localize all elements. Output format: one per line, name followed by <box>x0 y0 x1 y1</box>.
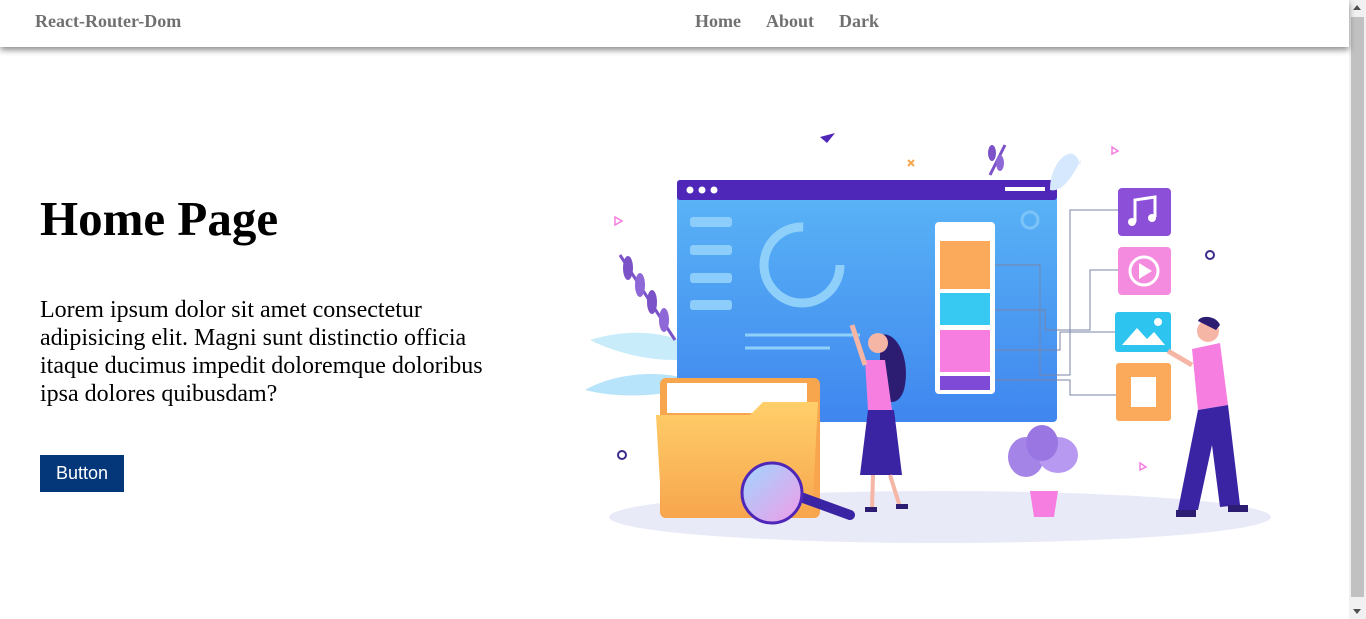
nav-link-dark[interactable]: Dark <box>839 11 879 32</box>
scroll-thumb[interactable] <box>1351 17 1364 597</box>
app-icons <box>1115 188 1171 421</box>
nav-links: Home About Dark <box>695 11 904 32</box>
nav-link-about[interactable]: About <box>766 11 814 32</box>
page-title: Home Page <box>40 191 279 246</box>
vertical-scrollbar[interactable] <box>1349 0 1366 619</box>
music-icon <box>1118 188 1171 236</box>
hero-illustration <box>585 133 1271 543</box>
image-icon <box>1115 312 1171 352</box>
brand-logo[interactable]: React-Router-Dom <box>35 11 181 32</box>
hero-description: Lorem ipsum dolor sit amet consectetur a… <box>40 297 483 407</box>
top-navbar: React-Router-Dom Home About Dark <box>0 0 1349 47</box>
hero-text: Home Page Lorem ipsum dolor sit amet con… <box>40 190 520 408</box>
man-figure <box>1166 316 1248 517</box>
hero-button[interactable]: Button <box>40 455 124 492</box>
scroll-down-arrow-icon[interactable] <box>1353 609 1361 614</box>
scroll-up-arrow-icon[interactable] <box>1353 5 1361 10</box>
nav-link-home[interactable]: Home <box>695 11 741 32</box>
